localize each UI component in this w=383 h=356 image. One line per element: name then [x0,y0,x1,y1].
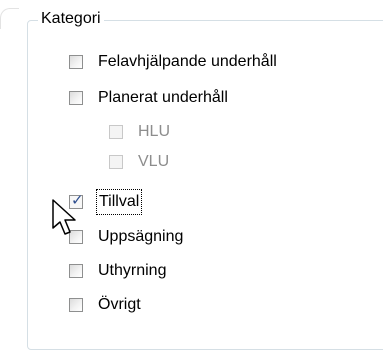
checkbox-uppsagning[interactable]: Uppsägning [69,225,183,249]
checkbox-uthyrning[interactable]: Uthyrning [69,259,166,283]
checkbox-box [109,155,123,169]
checkbox-label: Tillval [95,189,143,215]
checkbox-label: Övrigt [98,296,141,313]
checkbox-vlu: VLU [109,150,169,174]
checkbox-hlu: HLU [109,120,170,144]
checkbox-label: Planerat underhåll [98,89,228,106]
checkbox-box[interactable] [69,91,83,105]
checkbox-label: HLU [138,123,171,140]
checkbox-label: Uthyrning [98,262,167,279]
arrow-cursor-icon [52,199,76,235]
checkbox-label: Uppsägning [98,228,184,245]
checkbox-label: VLU [138,153,170,170]
checkbox-label: Felavhjälpande underhåll [98,53,277,70]
checkbox-box[interactable] [69,298,83,312]
checkbox-ovrigt[interactable]: Övrigt [69,293,141,317]
checkbox-box[interactable] [69,55,83,69]
checkbox-box [109,125,123,139]
checkbox-felavhjalpande-underhall[interactable]: Felavhjälpande underhåll [69,50,277,74]
checkbox-box[interactable] [69,264,83,278]
group-corner-decoration [0,8,19,29]
checkbox-planerat-underhall[interactable]: Planerat underhåll [69,86,228,110]
group-legend: Kategori [38,8,104,30]
